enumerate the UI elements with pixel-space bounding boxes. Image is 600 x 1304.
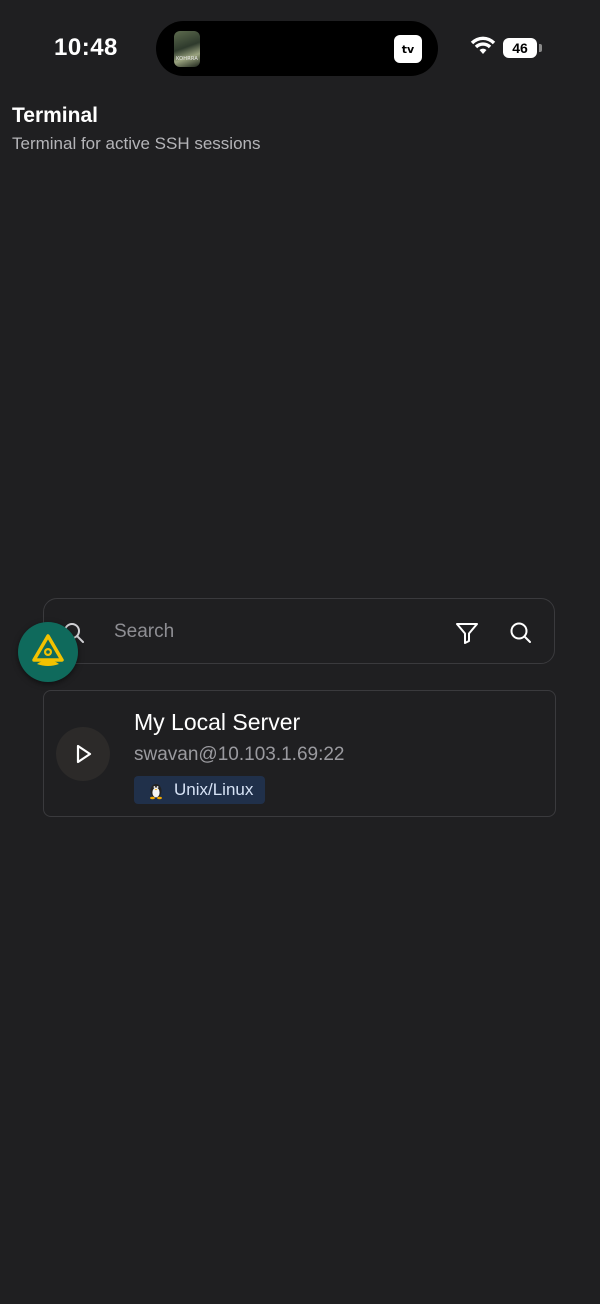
search-bar[interactable] [43, 598, 555, 664]
search-input[interactable] [114, 617, 434, 647]
battery-icon: 46 [503, 38, 537, 58]
now-playing-thumbnail: KOHRRA [174, 31, 200, 67]
os-tag: Unix/Linux [134, 776, 266, 804]
host-address: swavan@10.103.1.69:22 [134, 744, 345, 765]
filter-icon[interactable] [454, 620, 480, 646]
status-bar: 10:48 KOHRRA tv 46 [0, 0, 600, 96]
connect-button[interactable] [56, 727, 110, 781]
linux-penguin-icon [150, 784, 162, 800]
dynamic-island[interactable]: KOHRRA tv [156, 21, 438, 76]
floating-app-button[interactable] [18, 622, 78, 682]
battery-level: 46 [512, 40, 528, 56]
apple-tv-badge-label: tv [401, 42, 415, 56]
host-card[interactable]: My Local Server swavan@10.103.1.69:22 Un… [43, 690, 556, 817]
play-icon [76, 744, 92, 764]
page-title: Terminal [12, 104, 98, 127]
page-subtitle: Terminal for active SSH sessions [12, 134, 261, 153]
app-logo-icon [32, 634, 64, 666]
battery-cap [539, 44, 542, 52]
wifi-icon [470, 36, 496, 54]
os-tag-label: Unix/Linux [174, 780, 254, 799]
host-name: My Local Server [134, 709, 301, 735]
thumbnail-caption: KOHRRA [175, 56, 199, 62]
status-time: 10:48 [54, 34, 118, 61]
apple-tv-icon: tv [394, 35, 422, 63]
search-button-icon[interactable] [508, 620, 534, 646]
